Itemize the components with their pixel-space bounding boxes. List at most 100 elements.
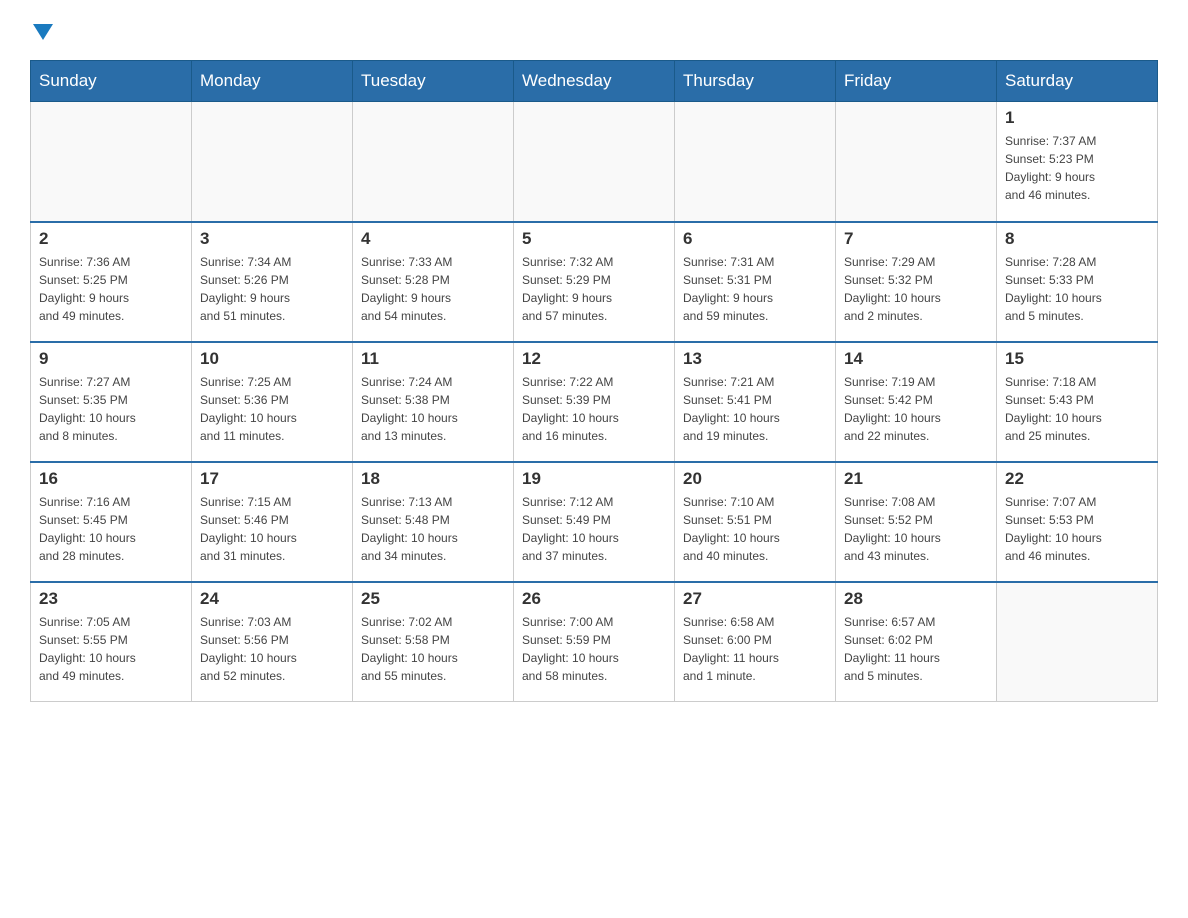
calendar-day-cell: 11 Sunrise: 7:24 AM Sunset: 5:38 PM Dayli… [353, 342, 514, 462]
day-number: 12 [522, 349, 666, 369]
calendar-day-cell: 25 Sunrise: 7:02 AM Sunset: 5:58 PM Dayli… [353, 582, 514, 702]
day-number: 5 [522, 229, 666, 249]
calendar-day-cell [31, 102, 192, 222]
calendar-header-row: SundayMondayTuesdayWednesdayThursdayFrid… [31, 61, 1158, 102]
day-info: Sunrise: 7:36 AM Sunset: 5:25 PM Dayligh… [39, 253, 183, 325]
day-info: Sunrise: 7:15 AM Sunset: 5:46 PM Dayligh… [200, 493, 344, 565]
day-info: Sunrise: 7:21 AM Sunset: 5:41 PM Dayligh… [683, 373, 827, 445]
calendar-day-cell [514, 102, 675, 222]
day-number: 11 [361, 349, 505, 369]
calendar-day-cell: 2 Sunrise: 7:36 AM Sunset: 5:25 PM Daylig… [31, 222, 192, 342]
calendar-day-cell: 18 Sunrise: 7:13 AM Sunset: 5:48 PM Dayli… [353, 462, 514, 582]
day-info: Sunrise: 6:58 AM Sunset: 6:00 PM Dayligh… [683, 613, 827, 685]
day-number: 10 [200, 349, 344, 369]
day-of-week-header: Monday [192, 61, 353, 102]
day-info: Sunrise: 7:13 AM Sunset: 5:48 PM Dayligh… [361, 493, 505, 565]
day-number: 6 [683, 229, 827, 249]
day-of-week-header: Tuesday [353, 61, 514, 102]
day-number: 25 [361, 589, 505, 609]
day-info: Sunrise: 7:08 AM Sunset: 5:52 PM Dayligh… [844, 493, 988, 565]
calendar-day-cell: 5 Sunrise: 7:32 AM Sunset: 5:29 PM Daylig… [514, 222, 675, 342]
calendar-day-cell: 12 Sunrise: 7:22 AM Sunset: 5:39 PM Dayli… [514, 342, 675, 462]
calendar-week-row: 1 Sunrise: 7:37 AM Sunset: 5:23 PM Daylig… [31, 102, 1158, 222]
day-info: Sunrise: 7:16 AM Sunset: 5:45 PM Dayligh… [39, 493, 183, 565]
calendar-week-row: 16 Sunrise: 7:16 AM Sunset: 5:45 PM Dayli… [31, 462, 1158, 582]
calendar-day-cell: 17 Sunrise: 7:15 AM Sunset: 5:46 PM Dayli… [192, 462, 353, 582]
calendar-day-cell: 8 Sunrise: 7:28 AM Sunset: 5:33 PM Daylig… [997, 222, 1158, 342]
day-number: 14 [844, 349, 988, 369]
day-info: Sunrise: 7:00 AM Sunset: 5:59 PM Dayligh… [522, 613, 666, 685]
day-info: Sunrise: 7:03 AM Sunset: 5:56 PM Dayligh… [200, 613, 344, 685]
day-number: 24 [200, 589, 344, 609]
day-number: 18 [361, 469, 505, 489]
calendar-day-cell: 21 Sunrise: 7:08 AM Sunset: 5:52 PM Dayli… [836, 462, 997, 582]
calendar-day-cell: 19Sunrise: 7:12 AM Sunset: 5:49 PM Dayli… [514, 462, 675, 582]
calendar-day-cell: 14 Sunrise: 7:19 AM Sunset: 5:42 PM Dayli… [836, 342, 997, 462]
calendar-day-cell: 1 Sunrise: 7:37 AM Sunset: 5:23 PM Daylig… [997, 102, 1158, 222]
day-info: Sunrise: 7:22 AM Sunset: 5:39 PM Dayligh… [522, 373, 666, 445]
day-info: Sunrise: 7:34 AM Sunset: 5:26 PM Dayligh… [200, 253, 344, 325]
calendar-day-cell [353, 102, 514, 222]
day-info: Sunrise: 7:33 AM Sunset: 5:28 PM Dayligh… [361, 253, 505, 325]
day-info: Sunrise: 7:10 AM Sunset: 5:51 PM Dayligh… [683, 493, 827, 565]
day-number: 28 [844, 589, 988, 609]
day-number: 26 [522, 589, 666, 609]
day-number: 8 [1005, 229, 1149, 249]
day-number: 2 [39, 229, 183, 249]
calendar-day-cell: 6 Sunrise: 7:31 AM Sunset: 5:31 PM Daylig… [675, 222, 836, 342]
day-of-week-header: Saturday [997, 61, 1158, 102]
page-header [30, 20, 1158, 40]
day-number: 9 [39, 349, 183, 369]
day-info: Sunrise: 7:24 AM Sunset: 5:38 PM Dayligh… [361, 373, 505, 445]
day-info: Sunrise: 7:37 AM Sunset: 5:23 PM Dayligh… [1005, 132, 1149, 204]
day-info: Sunrise: 7:27 AM Sunset: 5:35 PM Dayligh… [39, 373, 183, 445]
calendar-day-cell: 28 Sunrise: 6:57 AM Sunset: 6:02 PM Dayli… [836, 582, 997, 702]
day-info: Sunrise: 7:31 AM Sunset: 5:31 PM Dayligh… [683, 253, 827, 325]
calendar-week-row: 2 Sunrise: 7:36 AM Sunset: 5:25 PM Daylig… [31, 222, 1158, 342]
calendar-day-cell: 27 Sunrise: 6:58 AM Sunset: 6:00 PM Dayli… [675, 582, 836, 702]
calendar-day-cell: 13 Sunrise: 7:21 AM Sunset: 5:41 PM Dayli… [675, 342, 836, 462]
day-info: Sunrise: 7:28 AM Sunset: 5:33 PM Dayligh… [1005, 253, 1149, 325]
day-info: Sunrise: 7:18 AM Sunset: 5:43 PM Dayligh… [1005, 373, 1149, 445]
calendar-day-cell: 3 Sunrise: 7:34 AM Sunset: 5:26 PM Daylig… [192, 222, 353, 342]
day-of-week-header: Wednesday [514, 61, 675, 102]
day-of-week-header: Friday [836, 61, 997, 102]
logo-arrow-icon [33, 24, 53, 40]
day-number: 13 [683, 349, 827, 369]
calendar-day-cell [997, 582, 1158, 702]
day-info: Sunrise: 6:57 AM Sunset: 6:02 PM Dayligh… [844, 613, 988, 685]
calendar-day-cell [836, 102, 997, 222]
calendar-day-cell: 24 Sunrise: 7:03 AM Sunset: 5:56 PM Dayli… [192, 582, 353, 702]
day-number: 16 [39, 469, 183, 489]
day-number: 4 [361, 229, 505, 249]
calendar-table: SundayMondayTuesdayWednesdayThursdayFrid… [30, 60, 1158, 702]
day-of-week-header: Sunday [31, 61, 192, 102]
calendar-day-cell: 10Sunrise: 7:25 AM Sunset: 5:36 PM Dayli… [192, 342, 353, 462]
calendar-week-row: 9 Sunrise: 7:27 AM Sunset: 5:35 PM Daylig… [31, 342, 1158, 462]
calendar-week-row: 23Sunrise: 7:05 AM Sunset: 5:55 PM Dayli… [31, 582, 1158, 702]
day-info: Sunrise: 7:02 AM Sunset: 5:58 PM Dayligh… [361, 613, 505, 685]
day-number: 22 [1005, 469, 1149, 489]
day-number: 3 [200, 229, 344, 249]
day-number: 15 [1005, 349, 1149, 369]
day-info: Sunrise: 7:19 AM Sunset: 5:42 PM Dayligh… [844, 373, 988, 445]
calendar-day-cell: 7Sunrise: 7:29 AM Sunset: 5:32 PM Daylig… [836, 222, 997, 342]
day-of-week-header: Thursday [675, 61, 836, 102]
calendar-day-cell [675, 102, 836, 222]
day-number: 1 [1005, 108, 1149, 128]
calendar-day-cell: 4 Sunrise: 7:33 AM Sunset: 5:28 PM Daylig… [353, 222, 514, 342]
day-info: Sunrise: 7:07 AM Sunset: 5:53 PM Dayligh… [1005, 493, 1149, 565]
day-number: 21 [844, 469, 988, 489]
calendar-day-cell: 23Sunrise: 7:05 AM Sunset: 5:55 PM Dayli… [31, 582, 192, 702]
day-number: 17 [200, 469, 344, 489]
calendar-day-cell: 26 Sunrise: 7:00 AM Sunset: 5:59 PM Dayli… [514, 582, 675, 702]
calendar-day-cell [192, 102, 353, 222]
day-info: Sunrise: 7:05 AM Sunset: 5:55 PM Dayligh… [39, 613, 183, 685]
day-number: 7 [844, 229, 988, 249]
day-number: 20 [683, 469, 827, 489]
day-info: Sunrise: 7:32 AM Sunset: 5:29 PM Dayligh… [522, 253, 666, 325]
calendar-day-cell: 20 Sunrise: 7:10 AM Sunset: 5:51 PM Dayli… [675, 462, 836, 582]
day-number: 27 [683, 589, 827, 609]
calendar-day-cell: 16 Sunrise: 7:16 AM Sunset: 5:45 PM Dayli… [31, 462, 192, 582]
logo [30, 20, 53, 40]
